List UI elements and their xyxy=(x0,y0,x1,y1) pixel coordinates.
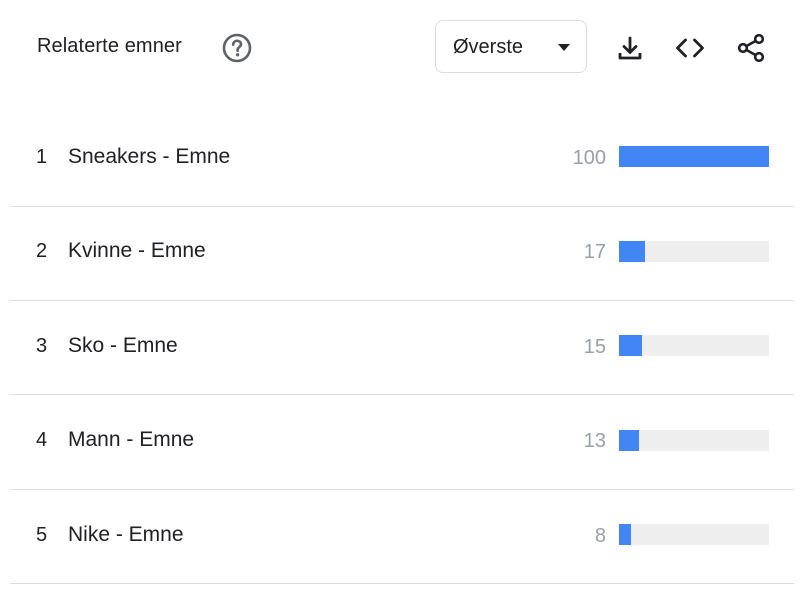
interest-value: 13 xyxy=(583,430,606,452)
help-circle-icon[interactable] xyxy=(221,32,253,64)
dropdown-selected-label: Øverste xyxy=(453,36,524,58)
topic-label[interactable]: Kvinne - Emne xyxy=(68,239,206,263)
interest-bar-fill xyxy=(619,146,769,167)
filter-dropdown[interactable]: Øverste xyxy=(435,20,587,73)
topic-label[interactable]: Sneakers - Emne xyxy=(68,145,230,169)
list-item[interactable]: 5 Nike - Emne 8 xyxy=(10,490,794,584)
interest-bar-fill xyxy=(619,241,645,262)
rank-number: 3 xyxy=(36,335,48,357)
topic-label[interactable]: Mann - Emne xyxy=(68,428,194,452)
interest-value: 8 xyxy=(594,525,606,547)
interest-bar-fill xyxy=(619,335,642,356)
interest-bar-track xyxy=(619,241,769,262)
rank-number: 1 xyxy=(36,146,48,168)
topic-label[interactable]: Sko - Emne xyxy=(68,334,178,358)
caret-down-icon xyxy=(558,44,570,51)
list-item[interactable]: 4 Mann - Emne 13 xyxy=(10,396,794,490)
list-item[interactable]: 1 Sneakers - Emne 100 xyxy=(10,113,794,207)
embed-code-icon[interactable] xyxy=(674,32,706,64)
interest-value: 100 xyxy=(572,147,606,169)
widget-title: Relaterte emner xyxy=(37,35,182,57)
interest-value: 17 xyxy=(583,241,606,263)
interest-value: 15 xyxy=(583,336,606,358)
interest-bar-track xyxy=(619,335,769,356)
widget-header: Relaterte emner Øverste xyxy=(0,0,801,95)
rank-number: 5 xyxy=(36,524,48,546)
interest-bar-track xyxy=(619,430,769,451)
rank-number: 4 xyxy=(36,429,48,451)
interest-bar-fill xyxy=(619,430,639,451)
list-item[interactable]: 2 Kvinne - Emne 17 xyxy=(10,207,794,301)
interest-bar-track xyxy=(619,146,769,167)
interest-bar-track xyxy=(619,524,769,545)
interest-bar-fill xyxy=(619,524,631,545)
list-item[interactable]: 3 Sko - Emne 15 xyxy=(10,301,794,395)
rank-number: 2 xyxy=(36,240,48,262)
download-icon[interactable] xyxy=(614,32,646,64)
topic-label[interactable]: Nike - Emne xyxy=(68,523,184,547)
share-icon[interactable] xyxy=(735,32,767,64)
